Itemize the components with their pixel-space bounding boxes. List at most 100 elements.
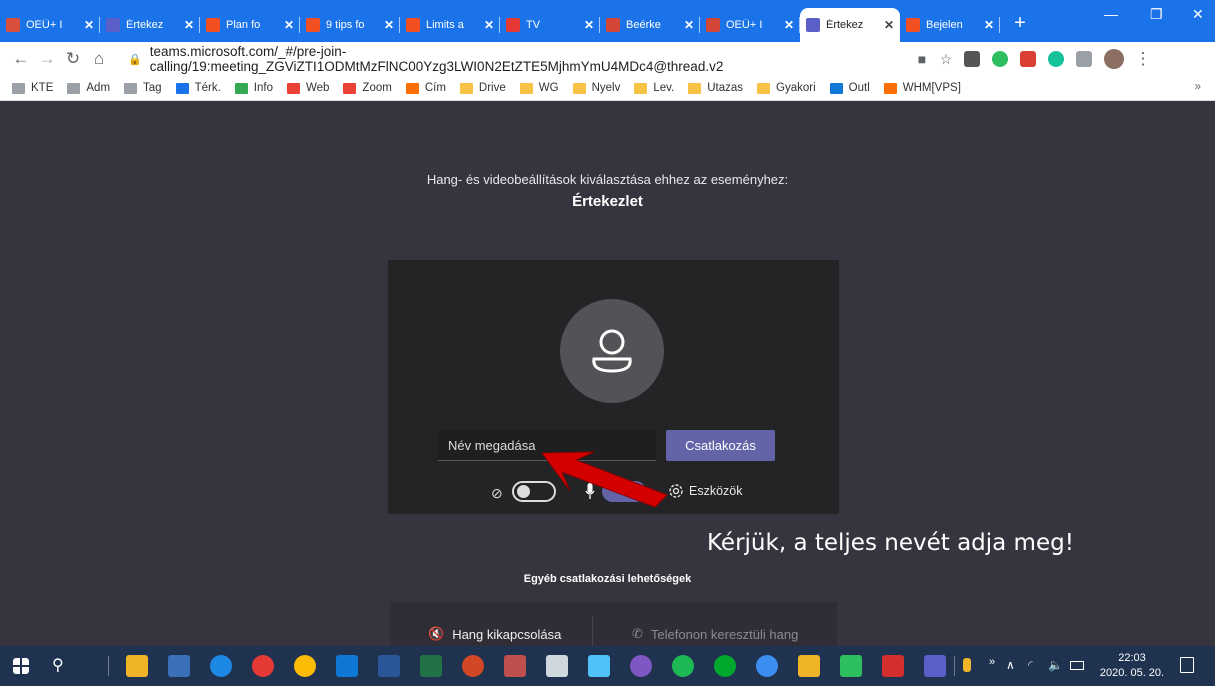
grammarly-extension-icon[interactable]	[1048, 51, 1064, 67]
browser-tab[interactable]: Beérke ✕	[600, 8, 700, 42]
opera-icon[interactable]	[252, 655, 274, 677]
browser-tab[interactable]: Értekez ✕	[800, 8, 900, 42]
browser-tab[interactable]: Limits a ✕	[400, 8, 500, 42]
close-icon[interactable]: ✕	[184, 18, 194, 32]
close-icon[interactable]: ✕	[584, 18, 594, 32]
bookmark-item[interactable]: Gyakori	[757, 82, 816, 94]
forward-icon[interactable]: →	[34, 49, 60, 69]
browser-tab[interactable]: Értekez ✕	[100, 8, 200, 42]
cloud-icon[interactable]	[756, 655, 778, 677]
wifi-icon[interactable]: ◜	[1028, 658, 1033, 672]
acrobat-icon[interactable]	[882, 655, 904, 677]
edge-icon[interactable]	[210, 655, 232, 677]
tray-overflow-icon[interactable]: »	[989, 656, 995, 668]
notes-icon[interactable]	[588, 655, 610, 677]
bookmark-item[interactable]: Web	[286, 82, 329, 94]
evernote-app-icon[interactable]	[840, 655, 862, 677]
bookmark-item[interactable]: Info	[234, 82, 273, 94]
close-icon[interactable]: ✕	[484, 18, 494, 32]
close-icon[interactable]: ✕	[684, 18, 694, 32]
file-explorer-icon[interactable]	[126, 655, 148, 677]
close-icon[interactable]: ✕	[384, 18, 394, 32]
viber-icon[interactable]	[630, 655, 652, 677]
camera-blocked-icon[interactable]: ■	[910, 51, 934, 67]
bookmarks-overflow-icon[interactable]: »	[1195, 81, 1201, 93]
close-window-icon[interactable]: ✕	[1192, 6, 1204, 23]
bookmark-label: Outl	[848, 82, 870, 94]
bookmark-item[interactable]: WHM[VPS]	[883, 82, 961, 94]
minimize-icon[interactable]: —	[1104, 6, 1118, 22]
drive-extension-icon[interactable]	[1076, 51, 1092, 67]
microphone-toggle[interactable]	[602, 481, 646, 502]
close-icon[interactable]: ✕	[884, 18, 894, 32]
bookmark-item[interactable]: Tag	[124, 82, 162, 94]
join-button[interactable]: Csatlakozás	[666, 430, 775, 461]
profile-avatar[interactable]	[1104, 49, 1124, 69]
close-icon[interactable]: ✕	[284, 18, 294, 32]
bookmark-item[interactable]: Zoom	[343, 82, 392, 94]
browser-tab[interactable]: Plan fo ✕	[200, 8, 300, 42]
menu-icon[interactable]: ⋮	[1130, 49, 1156, 69]
browser-tab[interactable]: 9 tips fo ✕	[300, 8, 400, 42]
calculator-icon[interactable]	[546, 655, 568, 677]
bookmark-item[interactable]: Drive	[459, 82, 506, 94]
save-icon[interactable]	[168, 655, 190, 677]
restore-icon[interactable]: ❐	[1150, 6, 1163, 23]
url-text: teams.microsoft.com/_#/pre-join-calling/…	[149, 44, 724, 74]
reload-icon[interactable]: ↻	[60, 49, 86, 69]
image-viewer-icon[interactable]	[504, 655, 526, 677]
tab-favicon-icon	[906, 18, 920, 32]
bookmark-icon	[883, 82, 897, 94]
bookmark-item[interactable]: KTE	[12, 82, 53, 94]
gear-icon[interactable]	[667, 482, 685, 500]
excel-icon[interactable]	[420, 655, 442, 677]
tray-flag-icon[interactable]	[963, 658, 971, 672]
bookmark-item[interactable]: Outl	[829, 82, 870, 94]
phone-audio-option[interactable]: ✆ Telefonon keresztüli hang	[632, 626, 798, 642]
spotify-icon[interactable]	[672, 655, 694, 677]
home-icon[interactable]: ⌂	[86, 49, 112, 69]
evernote-icon[interactable]	[714, 655, 736, 677]
browser-tab[interactable]: TV ✕	[500, 8, 600, 42]
close-icon[interactable]: ✕	[784, 18, 794, 32]
star-icon[interactable]: ☆	[934, 51, 958, 68]
address-bar[interactable]: 🔒 teams.microsoft.com/_#/pre-join-callin…	[120, 44, 910, 74]
name-input[interactable]: Név megadása	[438, 430, 656, 461]
bookmark-item[interactable]: Térk.	[175, 82, 221, 94]
bookmark-item[interactable]: Lev.	[634, 82, 674, 94]
browser-tab[interactable]: OEÜ+ I ✕	[700, 8, 800, 42]
todoist-extension-icon[interactable]	[1020, 51, 1036, 67]
audio-off-option[interactable]: 🔇 Hang kikapcsolása	[428, 626, 561, 642]
folder-icon[interactable]	[798, 655, 820, 677]
devices-button[interactable]: Eszközök	[689, 484, 743, 498]
browser-tab[interactable]: OEÜ+ I ✕	[0, 8, 100, 42]
chrome-icon[interactable]	[294, 655, 316, 677]
bookmark-label: Adm	[86, 82, 111, 94]
close-icon[interactable]: ✕	[84, 18, 94, 32]
notification-icon[interactable]	[1180, 657, 1194, 673]
windows-start-icon[interactable]	[13, 658, 29, 674]
tab-title: Plan fo	[226, 19, 261, 31]
battery-icon[interactable]	[1070, 661, 1084, 670]
evernote-extension-icon[interactable]	[992, 51, 1008, 67]
camera-toggle[interactable]	[512, 481, 556, 502]
bookmark-item[interactable]: Adm	[67, 82, 110, 94]
browser-tab[interactable]: Bejelen ✕	[900, 8, 1000, 42]
volume-icon[interactable]: 🔈	[1048, 658, 1063, 672]
word-icon[interactable]	[378, 655, 400, 677]
powerpoint-icon[interactable]	[462, 655, 484, 677]
new-tab-icon[interactable]: +	[1006, 12, 1034, 35]
extension-icon[interactable]	[964, 51, 980, 67]
outlook-icon[interactable]	[336, 655, 358, 677]
bookmark-item[interactable]: Nyelv	[572, 82, 620, 94]
chevron-up-icon[interactable]: ∧	[1006, 658, 1015, 672]
search-icon[interactable]: ⚲	[52, 655, 74, 677]
tab-title: Értekez	[126, 19, 164, 31]
bookmark-item[interactable]: Cím	[405, 82, 446, 94]
bookmark-item[interactable]: Utazas	[688, 82, 743, 94]
bookmark-item[interactable]: WG	[519, 82, 559, 94]
back-icon[interactable]: ←	[8, 49, 34, 69]
teams-icon[interactable]	[924, 655, 946, 677]
system-clock[interactable]: 22:03 2020. 05. 20.	[1096, 651, 1168, 681]
close-icon[interactable]: ✕	[984, 18, 994, 32]
